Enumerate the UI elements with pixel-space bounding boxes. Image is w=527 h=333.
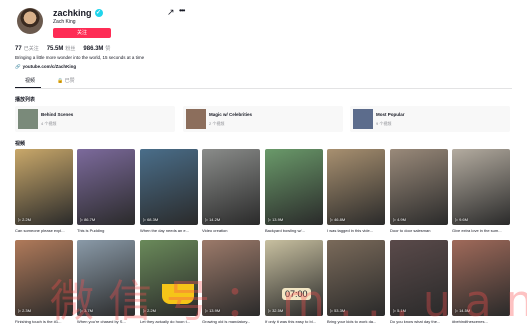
playlist-thumbnail xyxy=(186,109,206,129)
view-count-value: 2.3M xyxy=(22,308,31,313)
following-stat[interactable]: 77 已关注 xyxy=(15,45,39,52)
videos-title: 视频 xyxy=(15,141,26,147)
view-count: ▷ 2.2M xyxy=(18,217,31,222)
avatar[interactable] xyxy=(17,8,43,34)
view-count-value: 86.7M xyxy=(84,217,96,222)
play-icon: ▷ xyxy=(455,217,459,222)
playlist-name: Behind Scenes xyxy=(41,112,74,117)
view-count: ▷ 86.7M xyxy=(80,217,95,222)
tab-liked[interactable]: 🔒 已赞 xyxy=(57,77,75,84)
follow-button[interactable]: 关注 xyxy=(53,28,111,38)
username-row: zachking ✓ xyxy=(53,8,103,18)
play-icon: ▷ xyxy=(18,308,22,313)
playlist-thumbnail xyxy=(18,109,38,129)
view-count-value: 14.2M xyxy=(209,217,221,222)
view-count-value: 9.6M xyxy=(459,217,468,222)
video-card[interactable]: ▷ 86.7M xyxy=(77,149,135,225)
view-count: ▷ 46.8M xyxy=(330,217,345,222)
play-icon: ▷ xyxy=(18,217,22,222)
play-icon: ▷ xyxy=(143,217,147,222)
video-card[interactable]: ▷ 46.8M xyxy=(327,149,385,225)
playlist-count: 4 个视频 xyxy=(41,121,57,126)
video-card[interactable]: ▷ 2.2M xyxy=(15,149,73,225)
view-count: ▷ 2.3M xyxy=(18,308,31,313)
video-caption[interactable]: Can someone please expl... xyxy=(15,228,73,233)
video-caption[interactable]: Door to door salesman xyxy=(390,228,448,233)
video-card[interactable]: ▷ 14.2M xyxy=(202,149,260,225)
video-card[interactable]: ▷ 9.6M xyxy=(452,149,510,225)
more-icon[interactable]: ••• xyxy=(179,6,185,15)
followers-stat[interactable]: 75.5M 粉丝 xyxy=(47,45,76,52)
view-count: ▷ 4.9M xyxy=(393,217,406,222)
playlist-card[interactable]: Behind Scenes 4 个视频 xyxy=(15,106,175,132)
video-card[interactable]: ▷ 4.9M xyxy=(390,149,448,225)
video-card[interactable]: ▷ 13.9M xyxy=(265,149,323,225)
watermark: 微信号：m...uan... xyxy=(50,276,527,327)
play-icon: ▷ xyxy=(205,217,209,222)
profile-link-text: youtube.com/c/ZachKing xyxy=(22,64,77,69)
profile-stats: 77 已关注 75.5M 粉丝 986.3M 赞 xyxy=(15,45,110,52)
username: zachking xyxy=(53,8,92,18)
video-caption[interactable]: Backyard bowling w/... xyxy=(265,228,323,233)
playlist-name: Most Popular xyxy=(376,112,405,117)
video-caption[interactable]: This is Pudding xyxy=(77,228,135,233)
playlist-card[interactable]: Magic w/ Celebrities 2 个视频 xyxy=(183,106,343,132)
playlist-thumbnail xyxy=(353,109,373,129)
view-count-value: 4.9M xyxy=(397,217,406,222)
playlist-card[interactable]: Most Popular 9 个视频 xyxy=(350,106,510,132)
video-caption[interactable]: Give extra love in the sum... xyxy=(452,228,510,233)
view-count: ▷ 13.9M xyxy=(268,217,283,222)
video-caption[interactable]: Video creation xyxy=(202,228,260,233)
profile-tabs: 视频 🔒 已赞 xyxy=(15,77,512,89)
view-count: ▷ 14.2M xyxy=(205,217,220,222)
active-tab-indicator xyxy=(15,87,41,88)
playlist-name: Magic w/ Celebrities xyxy=(209,112,253,117)
playlist-count: 9 个视频 xyxy=(376,121,392,126)
profile-link[interactable]: 🔗 youtube.com/c/ZachKing xyxy=(15,64,76,70)
view-count-value: 68.3M xyxy=(147,217,159,222)
playlists-title: 播放列表 xyxy=(15,97,36,103)
view-count-value: 2.2M xyxy=(22,217,31,222)
nickname: Zach King xyxy=(53,19,76,25)
verified-icon: ✓ xyxy=(94,9,103,17)
view-count-value: 46.8M xyxy=(334,217,346,222)
play-icon: ▷ xyxy=(268,217,272,222)
likes-stat: 986.3M 赞 xyxy=(83,46,111,52)
share-icon[interactable]: ↗ xyxy=(167,7,175,18)
play-icon: ▷ xyxy=(393,217,397,222)
view-count-value: 13.9M xyxy=(272,217,284,222)
view-count: ▷ 9.6M xyxy=(455,217,468,222)
link-icon: 🔗 xyxy=(15,64,21,69)
video-card[interactable]: ▷ 68.3M xyxy=(140,149,198,225)
video-caption[interactable]: When the day needs an e... xyxy=(140,228,198,233)
play-icon: ▷ xyxy=(80,217,84,222)
playlist-count: 2 个视频 xyxy=(209,121,225,126)
tab-videos[interactable]: 视频 xyxy=(25,77,35,84)
bio: Bringing a little more wonder into the w… xyxy=(15,55,145,60)
video-caption[interactable]: I was tagged in this vide... xyxy=(327,228,385,233)
play-icon: ▷ xyxy=(330,217,334,222)
view-count: ▷ 68.3M xyxy=(143,217,158,222)
